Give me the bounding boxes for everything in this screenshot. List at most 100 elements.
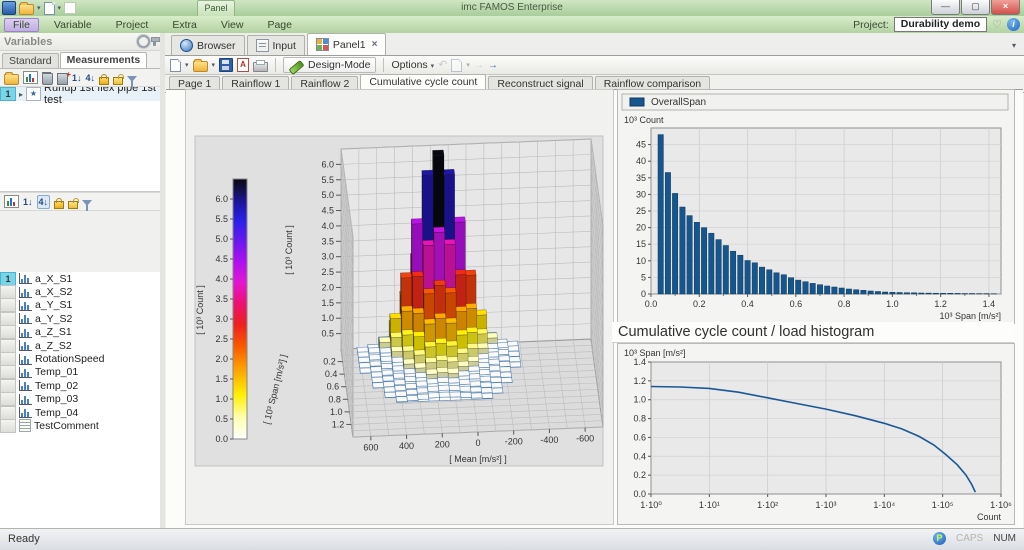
import-icon[interactable]: → [474, 60, 484, 71]
variable-row[interactable]: Temp_02 [0, 379, 160, 392]
tab-overflow-caret-icon[interactable]: ▾ [1012, 41, 1016, 50]
menu-item-extra[interactable]: Extra [163, 18, 206, 32]
undo-icon[interactable]: ↶ [438, 60, 447, 71]
svg-text:10³ Span [m/s²]: 10³ Span [m/s²] [939, 311, 1001, 321]
overall-span-chart: OverallSpan10³ Count0510152025303540450.… [618, 90, 1012, 321]
star-icon[interactable]: ★ [26, 87, 41, 101]
histogram-icon [19, 327, 32, 338]
variable-row[interactable]: a_X_S2 [0, 285, 160, 298]
p-badge-icon: P [933, 532, 946, 545]
menu-item-variable[interactable]: Variable [45, 18, 101, 32]
favorites-icon[interactable]: ♡ [992, 18, 1002, 31]
expand-arrow-icon[interactable]: ▸ [19, 90, 23, 99]
svg-text:1·10¹: 1·10¹ [699, 500, 720, 510]
variable-row[interactable]: a_Z_S2 [0, 339, 160, 352]
print-icon[interactable] [253, 62, 268, 72]
unlock-icon[interactable] [68, 201, 78, 209]
svg-text:4.5: 4.5 [215, 254, 228, 264]
unlock-icon[interactable] [113, 77, 123, 85]
svg-text:0.6: 0.6 [633, 432, 646, 442]
variables-panel-header: Variables [0, 33, 160, 51]
variable-row[interactable]: a_Z_S1 [0, 326, 160, 339]
menu-item-page[interactable]: Page [258, 18, 301, 32]
variable-row[interactable]: TestComment [0, 419, 160, 432]
variable-row[interactable]: a_Y_S1 [0, 299, 160, 312]
options-button[interactable]: Options ▾ [391, 59, 434, 71]
variables-tab-standard[interactable]: Standard [2, 53, 59, 68]
svg-text:0.4: 0.4 [633, 451, 646, 461]
lock-icon[interactable] [99, 77, 109, 85]
project-value[interactable]: Durability demo [894, 17, 987, 32]
chart-icon[interactable] [4, 195, 19, 208]
paste-page-icon[interactable] [451, 59, 462, 72]
filter-icon[interactable] [82, 200, 92, 206]
svg-text:0.0: 0.0 [645, 299, 658, 309]
export-icon[interactable]: → [488, 60, 498, 71]
variable-label: a_Z_S2 [35, 340, 72, 352]
svg-text:200: 200 [435, 439, 450, 449]
svg-text:0.8: 0.8 [328, 394, 341, 404]
doc-tab-panel1[interactable]: Panel1× [307, 33, 387, 55]
menu-item-file[interactable]: File [4, 18, 39, 32]
sort-4-icon[interactable] [86, 72, 96, 84]
svg-text:1·10⁴: 1·10⁴ [873, 500, 895, 510]
overall-span-chart-widget[interactable]: OverallSpan10³ Count0510152025303540450.… [617, 89, 1015, 324]
minimize-button[interactable]: — [931, 0, 960, 15]
trash-all-icon[interactable] [57, 73, 68, 85]
info-icon[interactable]: i [1007, 18, 1020, 31]
lock-icon[interactable] [54, 201, 64, 209]
histogram-icon [19, 300, 32, 311]
close-button[interactable]: × [991, 0, 1020, 15]
design-mode-button[interactable]: Design-Mode [283, 57, 376, 73]
3d-histogram-widget[interactable]: 0.00.51.01.52.02.53.03.54.04.55.05.56.0[… [185, 89, 614, 525]
svg-text:1.5: 1.5 [215, 374, 228, 384]
variables-tab-measurements[interactable]: Measurements [60, 52, 148, 68]
paste-page-caret-icon[interactable]: ▾ [466, 61, 470, 69]
variable-row[interactable]: Temp_01 [0, 366, 160, 379]
variable-row[interactable]: RotationSpeed [0, 352, 160, 365]
variable-row[interactable]: a_Y_S2 [0, 312, 160, 325]
save-icon[interactable] [219, 58, 233, 72]
variable-label: Temp_03 [35, 393, 78, 405]
filter-icon[interactable] [127, 76, 137, 82]
measurement-row[interactable]: 1▸★Runup 1st flex pipe 1st test [0, 87, 160, 101]
menu-item-view[interactable]: View [212, 18, 253, 32]
svg-text:5.0: 5.0 [321, 190, 334, 200]
sort-1-icon[interactable] [72, 72, 82, 84]
svg-text:3.0: 3.0 [321, 252, 334, 262]
new-page-caret-icon[interactable]: ▾ [185, 61, 189, 69]
svg-text:2.0: 2.0 [321, 282, 334, 292]
svg-text:0.2: 0.2 [323, 357, 336, 367]
variable-index-badge: 1 [0, 272, 16, 286]
variable-index-badge [0, 285, 16, 299]
sort-1-icon[interactable] [23, 196, 33, 208]
svg-text:-200: -200 [505, 437, 523, 447]
chart-icon[interactable] [23, 71, 38, 84]
svg-text:0.4: 0.4 [325, 369, 338, 379]
doc-tab-input[interactable]: Input [247, 35, 305, 55]
open-panel-icon[interactable] [193, 61, 208, 72]
new-page-icon[interactable] [170, 59, 181, 72]
pin-icon[interactable] [153, 37, 156, 46]
cumulative-curve-widget[interactable]: 10³ Span [m/s²]0.00.20.40.60.81.01.21.41… [617, 343, 1015, 525]
close-tab-icon[interactable]: × [372, 39, 378, 50]
trash-icon[interactable] [42, 73, 53, 85]
variable-index-badge [0, 365, 16, 379]
variable-row[interactable]: Temp_03 [0, 393, 160, 406]
variable-label: Temp_02 [35, 380, 78, 392]
variable-row[interactable]: Temp_04 [0, 406, 160, 419]
maximize-button[interactable]: ▢ [961, 0, 990, 15]
menu-bar: FileVariableProjectExtraViewPage Project… [0, 16, 1024, 34]
sort-4-icon[interactable] [37, 195, 51, 209]
svg-text:4.0: 4.0 [321, 221, 334, 231]
gear-icon[interactable] [137, 35, 150, 48]
folder-open-icon[interactable] [4, 74, 19, 85]
open-panel-caret-icon[interactable]: ▾ [212, 61, 216, 69]
menu-item-project[interactable]: Project [107, 18, 158, 32]
variable-label: Temp_01 [35, 366, 78, 378]
svg-text:1·10⁶: 1·10⁶ [990, 500, 1012, 510]
variable-row[interactable]: 1a_X_S1 [0, 272, 160, 285]
pen-icon [289, 59, 305, 74]
doc-tab-browser[interactable]: Browser [171, 35, 245, 55]
pdf-export-icon[interactable]: A [237, 58, 249, 72]
